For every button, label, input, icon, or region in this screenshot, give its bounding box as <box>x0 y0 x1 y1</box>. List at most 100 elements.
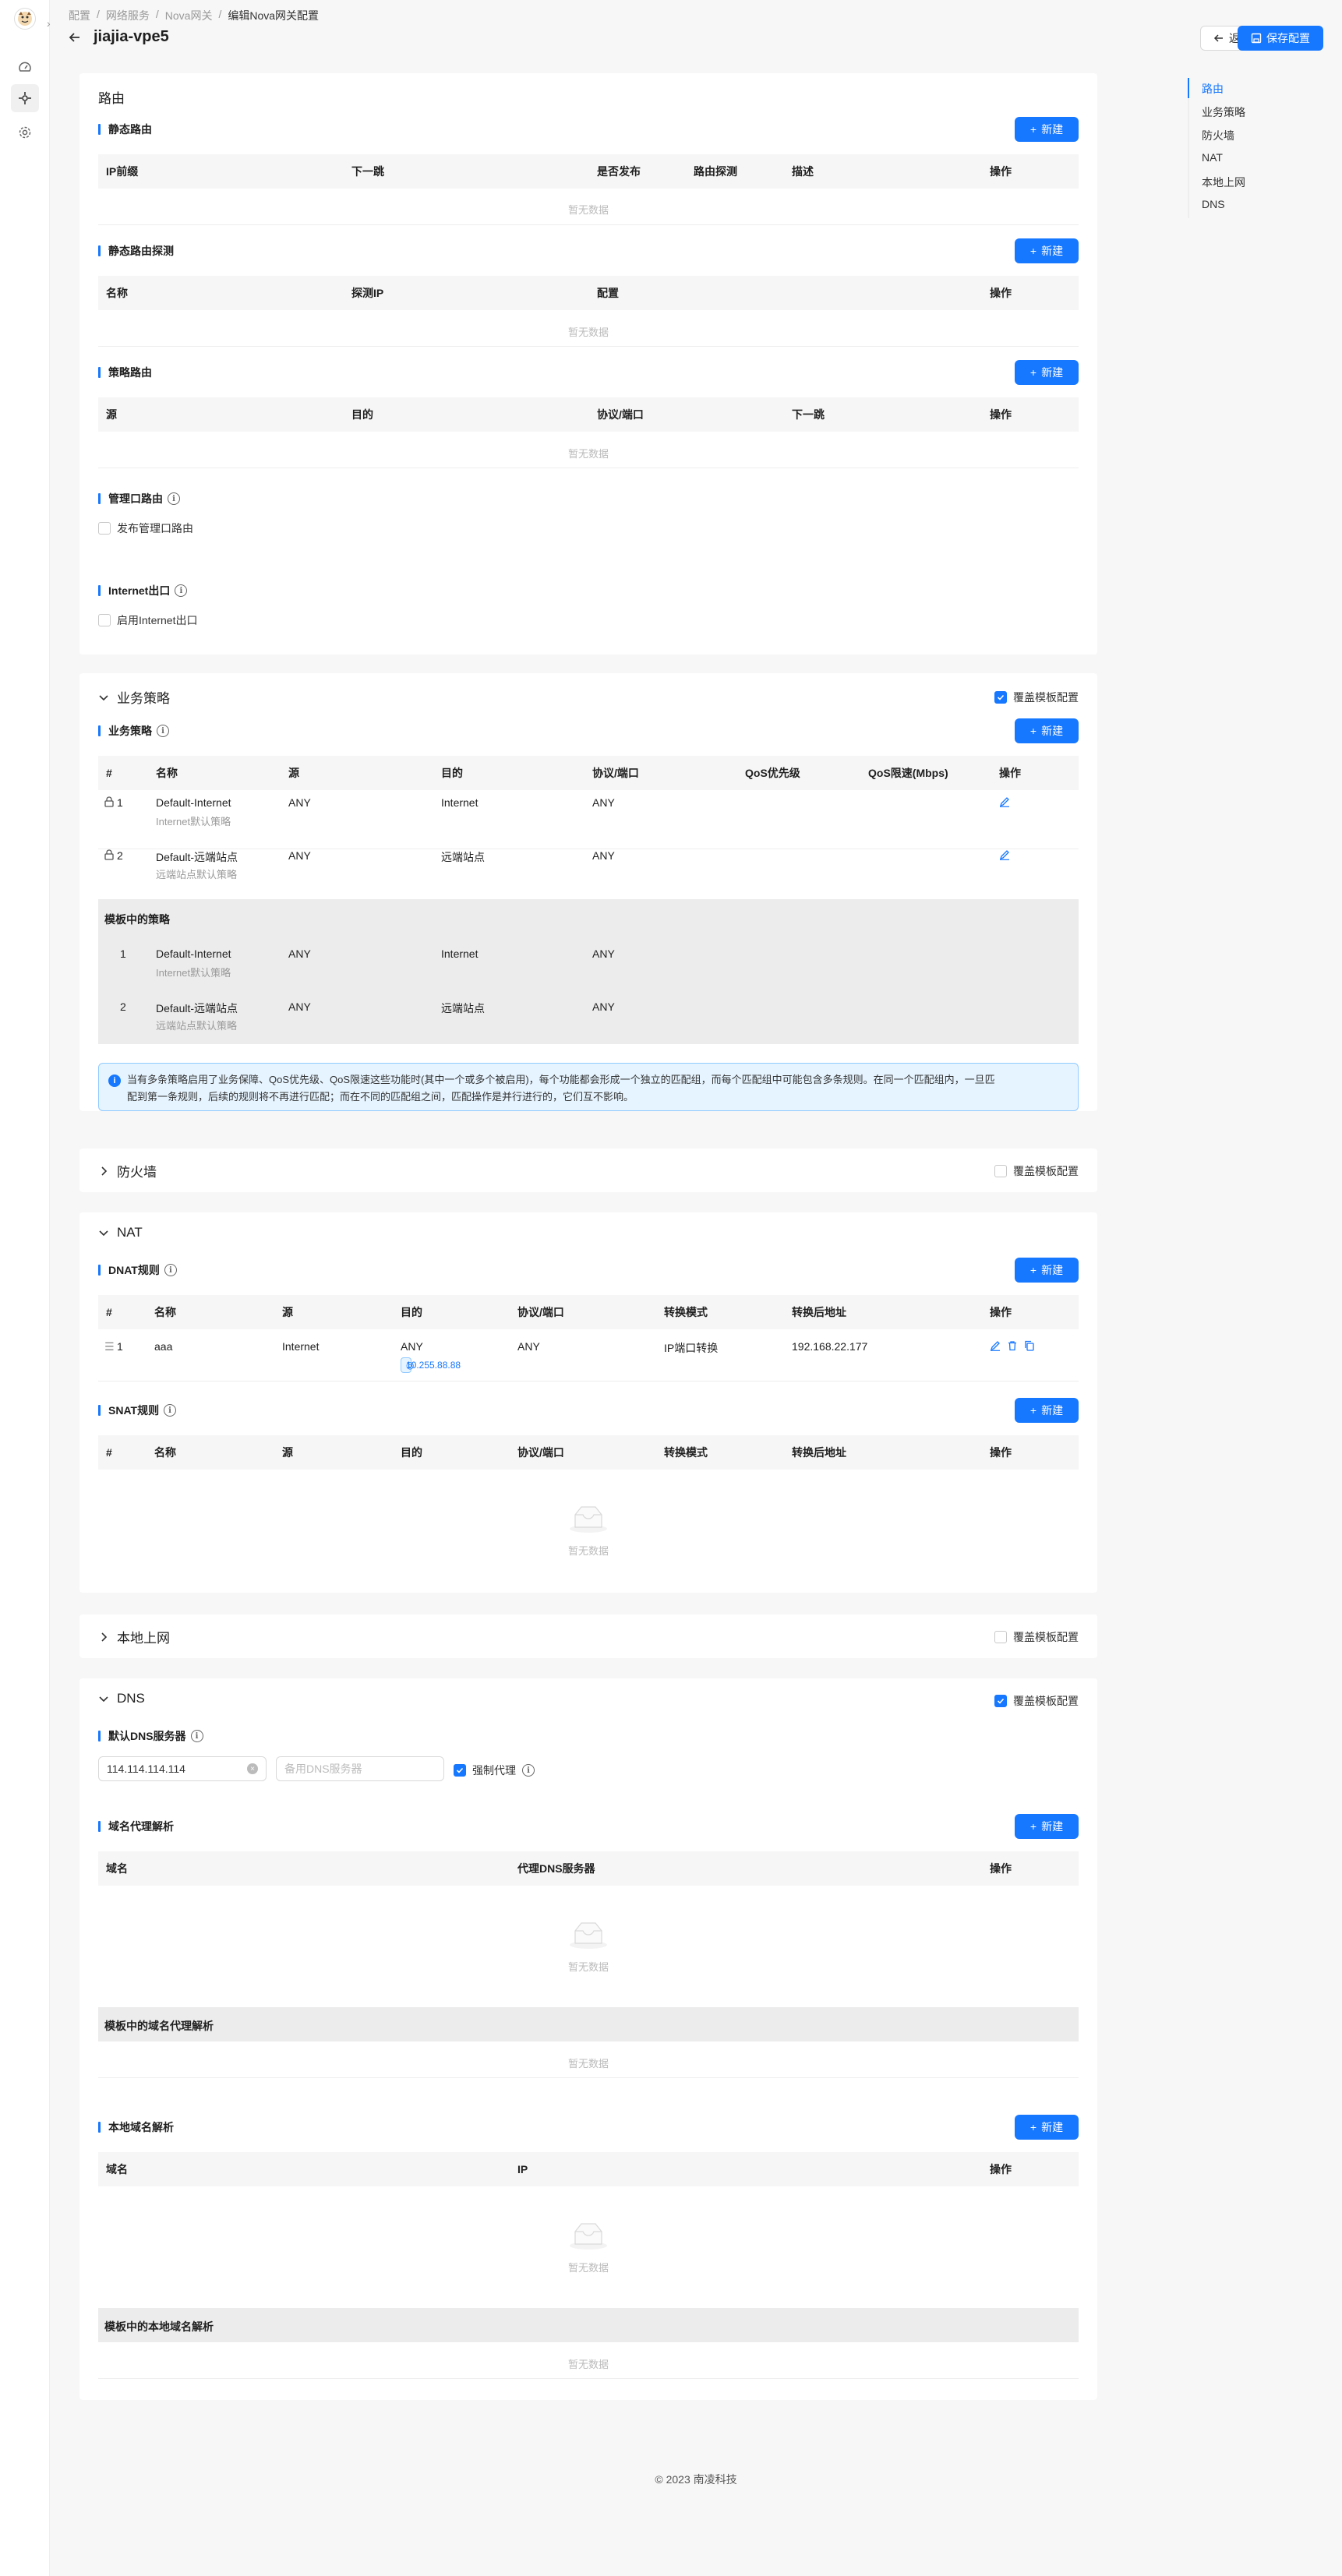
checkbox-checked[interactable] <box>994 691 1007 704</box>
checkbox-box[interactable] <box>98 522 111 535</box>
app-logo[interactable] <box>14 8 36 30</box>
local-internet-section-header[interactable]: 本地上网 <box>98 1627 170 1646</box>
checkbox-box[interactable] <box>98 614 111 626</box>
new-snat-button[interactable]: + 新建 <box>1015 1398 1079 1423</box>
drag-handle-icon[interactable]: ☰ <box>104 1340 115 1353</box>
nat-card: NAT DNAT规则 i + 新建 # 名称 源 目的 协议/端口 转换模式 转换后… <box>79 1212 1097 1593</box>
override-template-checkbox[interactable]: 覆盖模板配置 <box>994 1629 1079 1645</box>
policy-protocol: ANY <box>592 796 615 809</box>
business-section-header[interactable]: 业务策略 <box>98 687 170 707</box>
col-destination: 目的 <box>351 408 373 421</box>
firewall-section-header[interactable]: 防火墙 <box>98 1161 157 1180</box>
info-icon[interactable]: i <box>168 492 180 505</box>
breadcrumb-item[interactable]: 网络服务 <box>106 8 150 23</box>
table-row[interactable]: 2 Default-远端站点 远端站点默认策略 ANY 远端站点 ANY <box>98 849 1079 899</box>
network-nav-icon[interactable] <box>11 84 39 112</box>
snat-title: SNAT规则 i <box>98 1403 177 1418</box>
anchor-item-business[interactable]: 业务策略 <box>1202 104 1245 120</box>
chevron-right-icon[interactable] <box>98 1632 109 1643</box>
col-ip-prefix: IP前缀 <box>106 165 139 178</box>
new-domain-proxy-button[interactable]: + 新建 <box>1015 1814 1079 1839</box>
info-icon[interactable]: i <box>157 725 169 737</box>
col-name: 名称 <box>106 287 128 299</box>
back-arrow-icon[interactable] <box>67 30 83 45</box>
info-icon[interactable]: i <box>164 1264 177 1276</box>
lock-icon <box>104 796 114 810</box>
new-business-policy-button[interactable]: + 新建 <box>1015 718 1079 743</box>
rule-converted-address: 192.168.22.177 <box>792 1340 868 1353</box>
policy-destination: Internet <box>441 947 479 960</box>
mgmt-route-label: 管理口路由 <box>108 492 163 505</box>
empty-text: 暂无数据 <box>567 2058 609 2070</box>
override-template-checkbox[interactable]: 覆盖模板配置 <box>994 690 1079 705</box>
save-icon <box>1251 33 1262 44</box>
info-icon[interactable]: i <box>164 1404 177 1417</box>
template-policy-row: 1 Default-Internet Internet默认策略 ANY Inte… <box>98 947 1079 994</box>
col-actions: 操作 <box>990 165 1012 178</box>
primary-dns-input[interactable]: 114.114.114.114 × <box>98 1756 267 1781</box>
checkbox-box[interactable] <box>994 1165 1007 1177</box>
anchor-item-local-internet[interactable]: 本地上网 <box>1202 175 1245 190</box>
plus-icon: + <box>1029 366 1037 379</box>
edit-icon[interactable] <box>990 1340 1001 1353</box>
policy-name: Default-Internet <box>156 796 231 809</box>
new-label: 新建 <box>1041 1820 1064 1833</box>
force-proxy-checkbox[interactable]: 强制代理 i <box>454 1763 535 1778</box>
save-config-button[interactable]: 保存配置 <box>1238 26 1323 51</box>
edit-icon[interactable] <box>999 796 1010 810</box>
col-actions: 操作 <box>990 1862 1012 1875</box>
breadcrumb-item[interactable]: Nova网关 <box>165 8 213 23</box>
chevron-down-icon[interactable] <box>98 1227 109 1238</box>
table-row[interactable]: ☰ 1 aaa Internet ANY ◎ 10.255.88.88 ANY I… <box>98 1340 1079 1376</box>
anchor-item-nat[interactable]: NAT <box>1202 151 1223 164</box>
anchor-rail <box>1188 78 1189 218</box>
enable-internet-exit-checkbox[interactable]: 启用Internet出口 <box>98 612 197 628</box>
new-static-route-button[interactable]: + 新建 <box>1015 117 1079 142</box>
info-icon[interactable]: i <box>190 1730 203 1742</box>
override-template-checkbox[interactable]: 覆盖模板配置 <box>994 1163 1079 1179</box>
info-icon[interactable]: i <box>175 584 188 597</box>
anchor-item-routing[interactable]: 路由 <box>1202 81 1224 97</box>
secondary-dns-input[interactable]: 备用DNS服务器 <box>276 1756 444 1781</box>
col-qos-limit: QoS限速(Mbps) <box>868 767 948 779</box>
footer-copyright: © 2023 南凌科技 <box>655 2473 737 2486</box>
anchor-item-dns[interactable]: DNS <box>1202 198 1225 210</box>
mgmt-route-title: 管理口路由 i <box>98 491 180 506</box>
new-route-probe-button[interactable]: + 新建 <box>1015 238 1079 263</box>
plus-icon: + <box>1029 1264 1037 1276</box>
table-row[interactable]: 1 Default-Internet Internet默认策略 ANY Inte… <box>98 796 1079 849</box>
checkbox-label: 启用Internet出口 <box>117 614 198 626</box>
checkbox-checked[interactable] <box>454 1764 466 1777</box>
checkbox-checked[interactable] <box>994 1695 1007 1707</box>
template-policy-panel: 模板中的策略 1 Default-Internet Internet默认策略 A… <box>98 899 1079 1044</box>
settings-gear-icon[interactable] <box>11 118 39 146</box>
chevron-right-icon[interactable] <box>98 1166 109 1177</box>
copy-icon[interactable] <box>1024 1340 1035 1353</box>
routing-card: 路由 静态路由 + 新建 IP前缀 下一跳 是否发布 路由探测 描述 操作 暂无数… <box>79 73 1097 655</box>
alert-text-line2: 配到第一条规则，后续的规则将不再进行匹配；而在不同的匹配组之间，匹配操作是并行进… <box>127 1091 634 1103</box>
chevron-down-icon[interactable] <box>98 1693 109 1704</box>
divider <box>98 224 1079 225</box>
breadcrumb-item[interactable]: 配置 <box>69 8 90 23</box>
dashboard-nav-icon[interactable] <box>11 53 39 81</box>
anchor-item-firewall[interactable]: 防火墙 <box>1202 128 1234 143</box>
edit-icon[interactable] <box>999 849 1010 863</box>
new-label: 新建 <box>1041 123 1064 136</box>
nat-section-title: NAT <box>117 1225 143 1240</box>
col-actions: 操作 <box>990 408 1012 421</box>
new-policy-route-button[interactable]: + 新建 <box>1015 360 1079 385</box>
new-label: 新建 <box>1041 245 1064 257</box>
dns-section-header[interactable]: DNS <box>98 1691 145 1706</box>
info-icon[interactable]: i <box>522 1764 535 1777</box>
clear-input-icon[interactable]: × <box>247 1763 258 1774</box>
delete-icon[interactable] <box>1007 1340 1018 1353</box>
chevron-down-icon[interactable] <box>98 692 109 703</box>
override-template-checkbox[interactable]: 覆盖模板配置 <box>994 1693 1079 1709</box>
new-dnat-button[interactable]: + 新建 <box>1015 1258 1079 1283</box>
col-proxy-dns: 代理DNS服务器 <box>517 1862 595 1875</box>
publish-mgmt-route-checkbox[interactable]: 发布管理口路由 <box>98 520 193 536</box>
checkbox-box[interactable] <box>994 1631 1007 1643</box>
new-local-domain-button[interactable]: + 新建 <box>1015 2115 1079 2140</box>
destination-ip-tag: ◎ 10.255.88.88 <box>401 1357 461 1373</box>
nat-section-header[interactable]: NAT <box>98 1225 143 1240</box>
